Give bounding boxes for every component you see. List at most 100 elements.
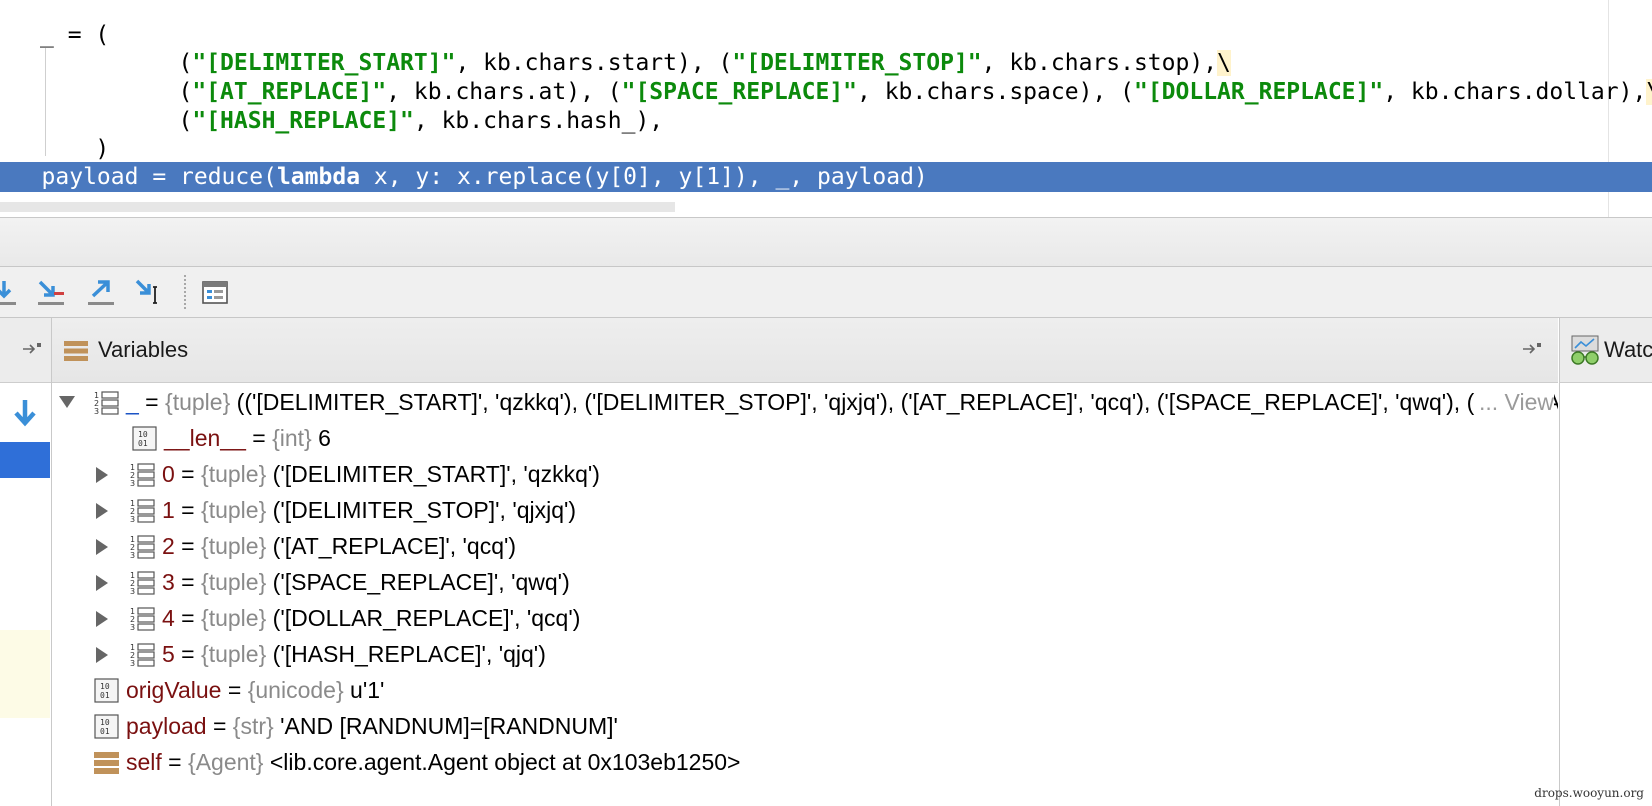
code-token: , kb.chars.stop), [981, 50, 1218, 76]
svg-text:3: 3 [130, 623, 135, 632]
variable-row[interactable]: 1231 = {tuple} ('[DELIMITER_STOP]', 'qjx… [52, 491, 1558, 529]
watches-title: Watches [1604, 337, 1652, 362]
variable-value: <lib.core.agent.Agent object at 0x103eb1… [269, 749, 741, 775]
step-over-icon[interactable] [0, 275, 20, 309]
variable-row[interactable]: 1234 = {tuple} ('[DOLLAR_REPLACE]', 'qcq… [52, 599, 1558, 637]
variable-value: ('[AT_REPLACE]', 'qcq') [272, 533, 517, 559]
variable-value: ('[DOLLAR_REPLACE]', 'qcq') [272, 605, 581, 631]
equals-sign: = [174, 533, 202, 559]
step-out-icon[interactable] [84, 275, 118, 309]
code-line[interactable]: ("[AT_REPLACE]", kb.chars.at), ("[SPACE_… [40, 77, 1652, 107]
variable-value: 6 [318, 425, 331, 451]
collapse-arrow-icon[interactable] [58, 383, 78, 421]
variable-row[interactable]: 10 01 origValue = {unicode} u'1' [52, 671, 1558, 709]
svg-text:3: 3 [94, 407, 99, 416]
run-to-cursor-icon[interactable] [134, 275, 168, 309]
svg-text:10: 10 [100, 718, 110, 727]
frame-highlight [0, 630, 50, 718]
code-token: x, y: x.replace(y[0], y[1]), _, payload) [360, 164, 928, 190]
keyword: lambda [276, 164, 361, 190]
debug-tool-window-header [0, 218, 1652, 267]
variable-type: {unicode} [247, 677, 344, 703]
hide-panel-icon[interactable] [22, 340, 44, 358]
svg-text:3: 3 [130, 659, 135, 668]
primitive-value-icon: 10 01 [94, 671, 120, 709]
object-icon [94, 743, 120, 781]
equals-sign: = [221, 677, 248, 703]
variable-name: 4 [162, 605, 175, 631]
variable-type: {tuple} [201, 533, 267, 559]
variable-row[interactable]: 1 2 3 _ = {tuple} (('[DELIMITER_START]', 'q… [52, 383, 1558, 421]
string-literal: "[DELIMITER_START]" [192, 50, 456, 76]
code-token: _ = ( [40, 22, 110, 48]
watches-glasses-icon [1571, 335, 1599, 365]
code-line[interactable]: _ = ( [40, 20, 109, 50]
code-token: ) [40, 136, 110, 162]
string-literal: "[AT_REPLACE]" [192, 79, 387, 105]
variable-text: origValue = {unicode} u'1' [126, 671, 384, 709]
string-literal: "[DELIMITER_STOP]" [732, 50, 982, 76]
variable-row[interactable]: 1233 = {tuple} ('[SPACE_REPLACE]', 'qwq'… [52, 563, 1558, 601]
expand-arrow-icon[interactable] [94, 455, 114, 493]
variable-name: 3 [162, 569, 175, 595]
variable-type: {Agent} [188, 749, 264, 775]
variable-row[interactable]: 1235 = {tuple} ('[HASH_REPLACE]', 'qjq') [52, 635, 1558, 673]
string-literal: "[HASH_REPLACE]" [192, 108, 414, 134]
hide-panel-icon[interactable] [1522, 340, 1544, 358]
primitive-value-icon: 10 01 [94, 707, 120, 745]
primitive-value-icon: 10 01 [132, 419, 158, 457]
code-line[interactable]: ("[HASH_REPLACE]", kb.chars.hash_), [40, 106, 663, 136]
code-editor[interactable]: _ = ( ("[DELIMITER_START]", kb.chars.sta… [0, 0, 1652, 218]
view-more-link[interactable]: ... View [1475, 383, 1554, 421]
selected-frame[interactable] [0, 442, 50, 478]
tuple-list-icon: 123 [130, 599, 156, 637]
variable-value: ('[SPACE_REPLACE]', 'qwq') [272, 569, 570, 595]
string-literal: "[DOLLAR_REPLACE]" [1133, 79, 1384, 105]
code-token: ( [40, 108, 193, 134]
expand-arrow-icon[interactable] [94, 635, 114, 673]
step-into-icon[interactable] [34, 275, 68, 309]
expand-arrow-icon[interactable] [94, 599, 114, 637]
variable-row[interactable]: 10 01 __len__ = {int} 6 [52, 419, 1558, 457]
equals-sign: = [174, 461, 202, 487]
equals-sign: = [206, 713, 233, 739]
expand-arrow-icon[interactable] [94, 563, 114, 601]
variable-type: {tuple} [201, 641, 267, 667]
expand-arrow-icon[interactable] [94, 491, 114, 529]
variable-row[interactable]: 1232 = {tuple} ('[AT_REPLACE]', 'qcq') [52, 527, 1558, 565]
variable-value: ('[HASH_REPLACE]', 'qjq') [272, 641, 546, 667]
code-line[interactable]: ) [40, 134, 109, 164]
variable-text: 3 = {tuple} ('[SPACE_REPLACE]', 'qwq') [162, 563, 570, 601]
variable-name: _ [126, 389, 139, 415]
variable-name: payload [126, 713, 207, 739]
variable-name: 1 [162, 497, 175, 523]
variable-text: _ = {tuple} (('[DELIMITER_START]', 'qzkk… [126, 383, 1558, 421]
thread-arrow-down-icon[interactable] [10, 396, 40, 430]
editor-horizontal-scrollbar[interactable] [0, 202, 675, 212]
variable-row[interactable]: 1230 = {tuple} ('[DELIMITER_START]', 'qz… [52, 455, 1558, 493]
variables-panel: Variables 1 2 3 _ = {tuple} (('[DELIMITER_S… [52, 318, 1558, 806]
tuple-list-icon: 123 [130, 455, 156, 493]
equals-sign: = [161, 749, 189, 775]
code-token: , kb.chars.hash_), [413, 108, 664, 134]
expand-arrow-icon[interactable] [94, 527, 114, 565]
variable-text: 4 = {tuple} ('[DOLLAR_REPLACE]', 'qcq') [162, 599, 580, 637]
code-token: ( [40, 50, 193, 76]
tuple-list-icon: 123 [130, 563, 156, 601]
variable-row[interactable]: 10 01 payload = {str} 'AND [RANDNUM]=[RAND… [52, 707, 1558, 745]
variable-text: 0 = {tuple} ('[DELIMITER_START]', 'qzkkq… [162, 455, 600, 493]
variable-type: {str} [232, 713, 274, 739]
variable-text: 2 = {tuple} ('[AT_REPLACE]', 'qcq') [162, 527, 516, 565]
variable-value: (('[DELIMITER_START]', 'qzkkq'), ('[DELI… [236, 389, 1558, 415]
tuple-list-icon: 123 [130, 491, 156, 529]
current-execution-line[interactable]: payload = reduce(lambda x, y: x.replace(… [0, 162, 1652, 192]
svg-text:3: 3 [130, 515, 135, 524]
variables-header: Variables [52, 318, 1558, 383]
code-line[interactable]: ("[DELIMITER_START]", kb.chars.start), (… [40, 48, 1231, 78]
code-token: , kb.chars.at), ( [386, 79, 622, 105]
evaluate-expression-icon[interactable] [198, 275, 232, 309]
svg-text:3: 3 [130, 587, 135, 596]
variable-row[interactable]: self = {Agent} <lib.core.agent.Agent obj… [52, 743, 1558, 781]
variable-name: 5 [162, 641, 175, 667]
variable-type: {tuple} [201, 461, 267, 487]
